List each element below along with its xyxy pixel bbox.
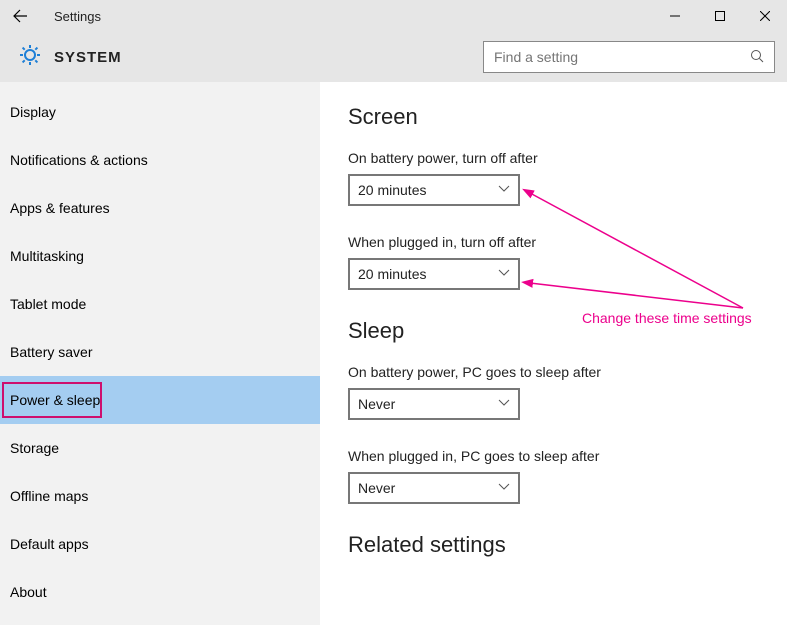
select-value: Never bbox=[358, 396, 395, 412]
back-button[interactable] bbox=[0, 0, 40, 32]
sidebar-item-label: Apps & features bbox=[10, 200, 110, 216]
sidebar-item-label: Multitasking bbox=[10, 248, 84, 264]
search-input[interactable] bbox=[494, 49, 750, 65]
sidebar-item-apps[interactable]: Apps & features bbox=[0, 184, 320, 232]
close-button[interactable] bbox=[742, 0, 787, 32]
screen-plugged-select[interactable]: 20 minutes bbox=[348, 258, 520, 290]
sidebar-item-label: Notifications & actions bbox=[10, 152, 148, 168]
window-title: Settings bbox=[54, 9, 101, 24]
chevron-down-icon bbox=[498, 268, 510, 280]
minimize-button[interactable] bbox=[652, 0, 697, 32]
screen-plugged-label: When plugged in, turn off after bbox=[348, 234, 787, 250]
sidebar: Display Notifications & actions Apps & f… bbox=[0, 82, 320, 625]
select-value: Never bbox=[358, 480, 395, 496]
sidebar-item-label: Battery saver bbox=[10, 344, 92, 360]
sidebar-item-display[interactable]: Display bbox=[0, 88, 320, 136]
screen-battery-label: On battery power, turn off after bbox=[348, 150, 787, 166]
select-value: 20 minutes bbox=[358, 182, 426, 198]
main-content: Screen On battery power, turn off after … bbox=[320, 82, 787, 625]
sidebar-item-about[interactable]: About bbox=[0, 568, 320, 616]
sidebar-item-label: Storage bbox=[10, 440, 59, 456]
sidebar-item-battery[interactable]: Battery saver bbox=[0, 328, 320, 376]
header: SYSTEM bbox=[0, 32, 787, 82]
system-heading: SYSTEM bbox=[54, 49, 122, 66]
search-box[interactable] bbox=[483, 41, 775, 73]
sidebar-item-storage[interactable]: Storage bbox=[0, 424, 320, 472]
related-heading: Related settings bbox=[348, 532, 787, 558]
search-icon bbox=[750, 49, 764, 66]
back-arrow-icon bbox=[12, 8, 28, 24]
sidebar-item-label: Display bbox=[10, 104, 56, 120]
screen-heading: Screen bbox=[348, 104, 787, 130]
sleep-battery-label: On battery power, PC goes to sleep after bbox=[348, 364, 787, 380]
sidebar-item-power-sleep[interactable]: Power & sleep bbox=[0, 376, 320, 424]
chevron-down-icon bbox=[498, 184, 510, 196]
titlebar: Settings bbox=[0, 0, 787, 32]
sidebar-item-label: Power & sleep bbox=[10, 392, 100, 408]
window-controls bbox=[652, 0, 787, 32]
sleep-plugged-label: When plugged in, PC goes to sleep after bbox=[348, 448, 787, 464]
chevron-down-icon bbox=[498, 482, 510, 494]
screen-battery-select[interactable]: 20 minutes bbox=[348, 174, 520, 206]
maximize-button[interactable] bbox=[697, 0, 742, 32]
sleep-battery-select[interactable]: Never bbox=[348, 388, 520, 420]
sidebar-item-label: Default apps bbox=[10, 536, 89, 552]
sidebar-item-notifications[interactable]: Notifications & actions bbox=[0, 136, 320, 184]
select-value: 20 minutes bbox=[358, 266, 426, 282]
annotation-text: Change these time settings bbox=[582, 310, 752, 326]
sidebar-item-label: Tablet mode bbox=[10, 296, 86, 312]
sidebar-item-label: About bbox=[10, 584, 47, 600]
gear-icon bbox=[18, 43, 42, 72]
sleep-plugged-select[interactable]: Never bbox=[348, 472, 520, 504]
sidebar-item-multitasking[interactable]: Multitasking bbox=[0, 232, 320, 280]
sidebar-item-default-apps[interactable]: Default apps bbox=[0, 520, 320, 568]
chevron-down-icon bbox=[498, 398, 510, 410]
sidebar-item-tablet[interactable]: Tablet mode bbox=[0, 280, 320, 328]
sidebar-item-label: Offline maps bbox=[10, 488, 88, 504]
sidebar-item-offline-maps[interactable]: Offline maps bbox=[0, 472, 320, 520]
